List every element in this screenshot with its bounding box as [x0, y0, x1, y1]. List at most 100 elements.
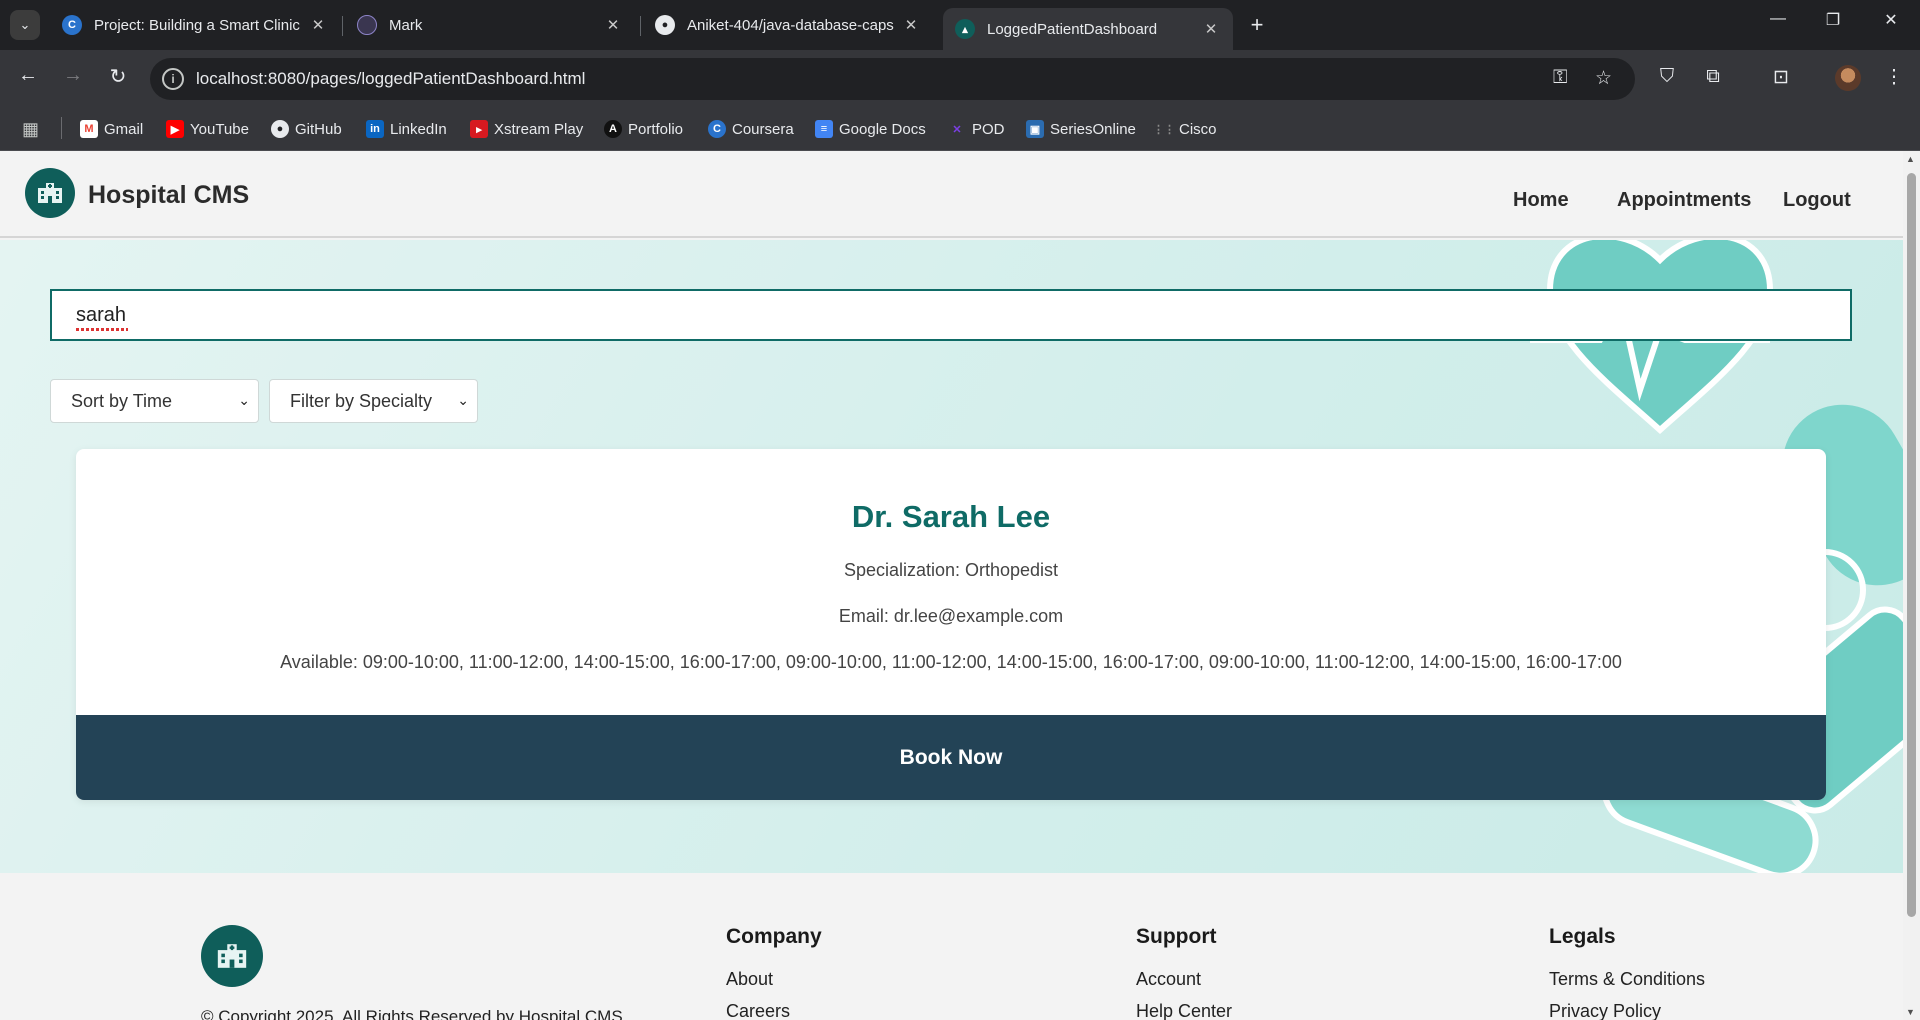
specialty-select-value: Filter by Specialty [290, 390, 433, 411]
bookmark-gmail[interactable]: M Gmail [80, 120, 143, 138]
coursera-icon: C [62, 15, 82, 35]
restore-icon[interactable]: ❐ [1813, 10, 1853, 30]
extensions-puzzle-icon[interactable]: ⧉ [1699, 66, 1727, 88]
scroll-down-arrow-icon[interactable]: ▼ [1906, 1007, 1915, 1017]
seriesonline-icon: ▣ [1026, 120, 1044, 138]
address-bar[interactable]: i localhost:8080/pages/loggedPatientDash… [150, 58, 1635, 100]
password-key-icon[interactable]: ⚿ [1553, 67, 1567, 89]
bookmark-label: Google Docs [839, 120, 926, 138]
tab-github[interactable]: ● Aniket-404/java-database-caps ✕ [643, 6, 933, 44]
github-icon: ● [271, 120, 289, 138]
bookmark-label: Gmail [104, 120, 144, 138]
footer-heading-support: Support [1136, 925, 1217, 948]
close-icon[interactable]: ✕ [603, 16, 623, 34]
bookmark-portfolio[interactable]: A Portfolio [604, 120, 683, 138]
browser-tab-bar: ⌄ C Project: Building a Smart Clinic ✕ M… [0, 0, 1920, 50]
copyright-text: © Copyright 2025. All Rights Reserved by… [201, 1007, 623, 1020]
footer-heading-company: Company [726, 925, 822, 948]
footer-link-privacy-policy[interactable]: Privacy Policy [1549, 1001, 1661, 1020]
reload-icon[interactable]: ↻ [103, 64, 133, 89]
close-icon[interactable]: ✕ [1201, 20, 1221, 38]
portfolio-icon: A [604, 120, 622, 138]
bookmark-label: Xstream Play [494, 120, 584, 138]
doctor-search-input[interactable] [50, 289, 1852, 341]
tab-divider [640, 16, 641, 36]
bookmark-label: Cisco [1179, 120, 1217, 138]
bookmark-label: Coursera [732, 120, 794, 138]
doctor-availability: Available: 09:00-10:00, 11:00-12:00, 14:… [280, 652, 1622, 672]
footer-link-about[interactable]: About [726, 969, 773, 990]
doctor-card: Dr. Sarah Lee Specialization: Orthopedis… [76, 449, 1826, 800]
footer-link-account[interactable]: Account [1136, 969, 1201, 990]
footer-link-careers[interactable]: Careers [726, 1001, 790, 1020]
shield-extension-icon[interactable]: ⛉ [1653, 66, 1681, 88]
tab-title: Project: Building a Smart Clinic [94, 16, 300, 34]
pod-icon: ✕ [952, 123, 962, 136]
bookmark-label: Portfolio [628, 120, 684, 138]
footer-link-terms[interactable]: Terms & Conditions [1549, 969, 1705, 990]
gmail-icon: M [80, 120, 98, 138]
bookmark-google-docs[interactable]: ≡ Google Docs [815, 120, 926, 138]
bookmark-label: LinkedIn [390, 120, 447, 138]
screenshot-icon[interactable]: ⊡ [1767, 66, 1795, 89]
profile-avatar[interactable] [1835, 65, 1861, 91]
tab-project[interactable]: C Project: Building a Smart Clinic ✕ [50, 6, 340, 44]
site-header: Hospital CMS Home Appointments Logout [0, 151, 1903, 238]
scrollbar-thumb[interactable] [1907, 173, 1916, 917]
footer-heading-legals: Legals [1549, 925, 1616, 948]
bookmark-coursera[interactable]: C Coursera [708, 120, 794, 138]
browser-toolbar: ← → ↻ i localhost:8080/pages/loggedPatie… [0, 50, 1920, 108]
page-scrollbar[interactable]: ▲ ▼ [1903, 151, 1920, 1020]
bookmark-cisco[interactable]: ⋮⋮ Cisco [1153, 120, 1217, 138]
bookmark-github[interactable]: ● GitHub [271, 120, 342, 138]
footer-link-help-center[interactable]: Help Center [1136, 1001, 1232, 1020]
site-info-icon[interactable]: i [162, 68, 184, 90]
chevron-down-icon: ⌄ [457, 392, 469, 408]
xstream-icon: ▸ [470, 120, 488, 138]
tab-title: Aniket-404/java-database-caps [687, 16, 894, 34]
doctor-specialization: Specialization: Orthopedist [843, 560, 1059, 580]
tab-mark[interactable]: Mark ✕ [345, 6, 635, 44]
bookmark-linkedin[interactable]: in LinkedIn [366, 120, 447, 138]
tab-title: LoggedPatientDashboard [987, 20, 1158, 38]
hospital-logo-icon[interactable] [25, 168, 75, 218]
book-now-button[interactable]: Book Now [76, 715, 1826, 800]
bookmark-label: SeriesOnline [1050, 120, 1136, 138]
close-icon[interactable]: ✕ [901, 16, 921, 34]
doctor-name: Dr. Sarah Lee [851, 499, 1051, 534]
bookmark-xstream-play[interactable]: ▸ Xstream Play [470, 120, 583, 138]
tab-logged-patient-dashboard[interactable]: ▴ LoggedPatientDashboard ✕ [943, 8, 1233, 50]
linkedin-icon: in [366, 120, 384, 138]
close-icon[interactable]: ✕ [308, 16, 328, 34]
bookmark-seriesonline[interactable]: ▣ SeriesOnline [1026, 120, 1136, 138]
forward-arrow-icon[interactable]: → [58, 64, 88, 87]
window-close-icon[interactable]: ✕ [1871, 10, 1911, 30]
bookmark-youtube[interactable]: ▶ YouTube [166, 120, 249, 138]
bookmark-pod[interactable]: ✕ POD [948, 120, 1004, 138]
new-tab-plus-icon[interactable]: + [1243, 12, 1271, 38]
nav-appointments[interactable]: Appointments [1617, 189, 1751, 212]
footer-hospital-logo-icon [201, 925, 263, 987]
sort-select-value: Sort by Time [71, 390, 173, 411]
address-url[interactable]: localhost:8080/pages/loggedPatientDashbo… [196, 69, 585, 89]
page-viewport: Hospital CMS Home Appointments Logout So… [0, 151, 1920, 1020]
minimize-icon[interactable]: — [1758, 10, 1798, 28]
back-arrow-icon[interactable]: ← [13, 64, 43, 87]
menu-dots-icon[interactable]: ⋮ [1880, 66, 1908, 89]
github-icon: ● [655, 15, 675, 35]
doctor-email: Email: dr.lee@example.com [838, 606, 1064, 626]
bookmarks-bar: ▦ M Gmail ▶ YouTube ● GitHub in LinkedIn… [0, 108, 1920, 151]
filter-by-specialty-select[interactable]: Filter by Specialty ⌄ [269, 379, 478, 423]
brand-title[interactable]: Hospital CMS [88, 181, 249, 210]
scroll-up-arrow-icon[interactable]: ▲ [1906, 154, 1915, 164]
bookmark-star-icon[interactable]: ☆ [1595, 67, 1612, 90]
apps-grid-icon[interactable]: ▦ [22, 119, 39, 140]
hospital-icon: ▴ [955, 19, 975, 39]
sort-by-time-select[interactable]: Sort by Time ⌄ [50, 379, 259, 423]
site-footer: © Copyright 2025. All Rights Reserved by… [0, 873, 1903, 1020]
bookmark-label: GitHub [295, 120, 342, 138]
nav-logout[interactable]: Logout [1783, 189, 1851, 212]
tab-search-chevron-icon[interactable]: ⌄ [10, 10, 40, 40]
cisco-icon: ⋮⋮ [1153, 123, 1175, 136]
nav-home[interactable]: Home [1513, 189, 1569, 212]
